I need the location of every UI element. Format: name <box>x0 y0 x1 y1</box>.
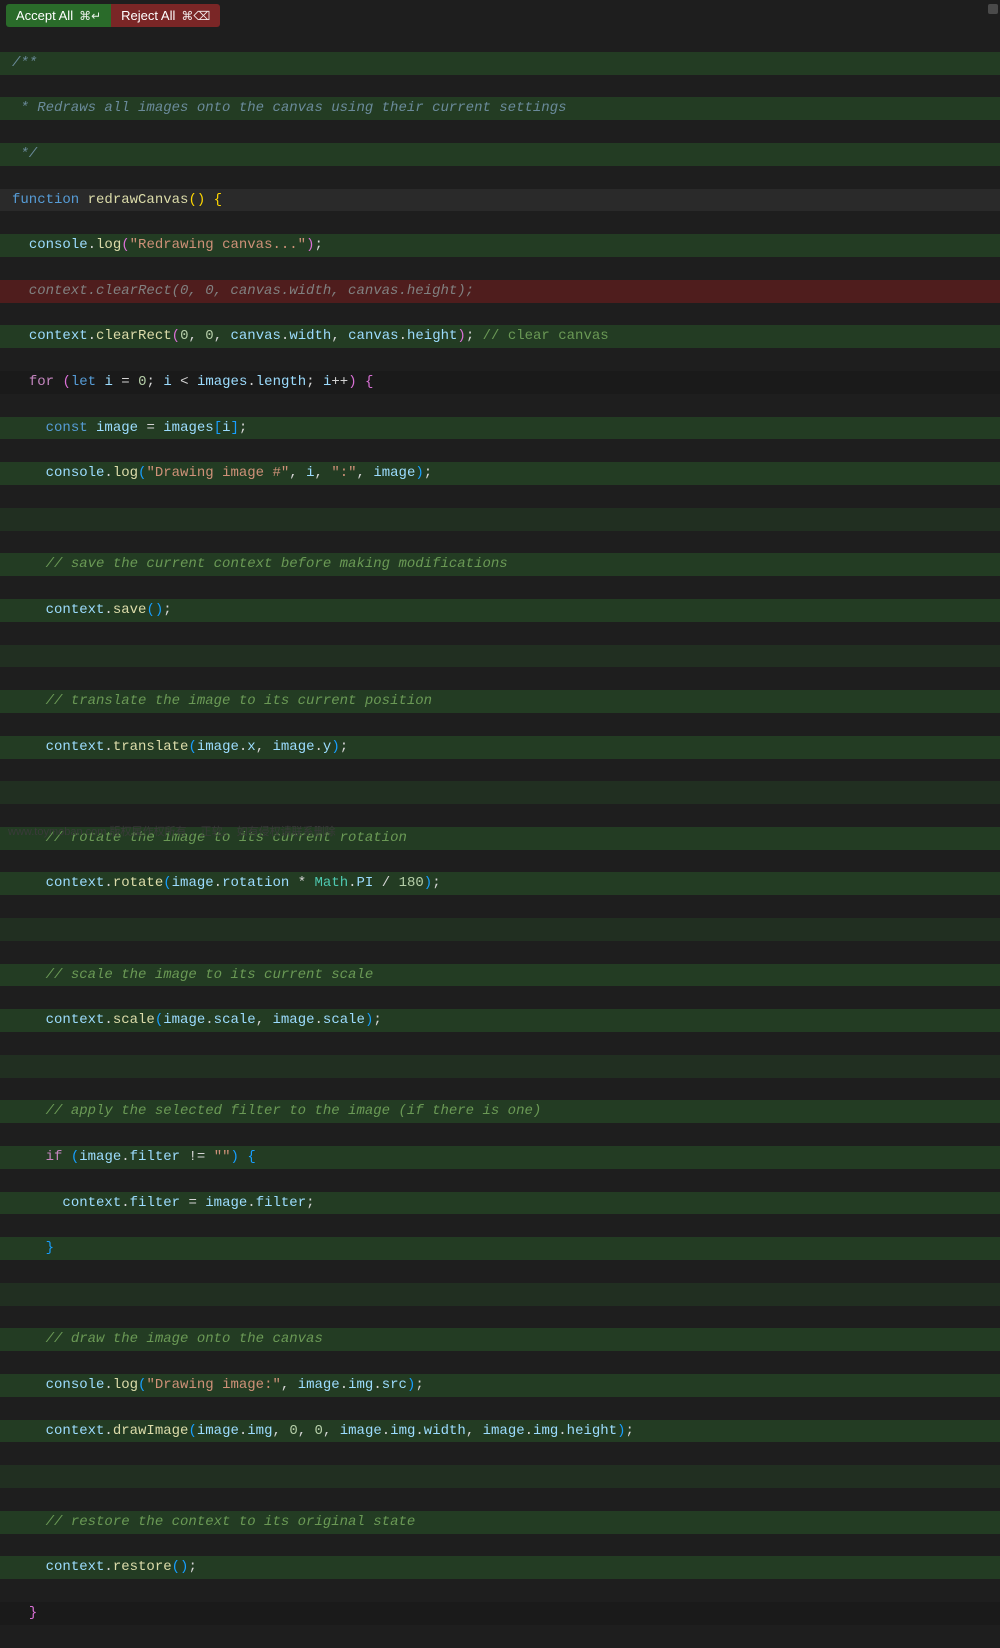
code-line: context.clearRect(0, 0, canvas.width, ca… <box>0 325 1000 348</box>
code-line <box>0 1055 1000 1078</box>
code-line: // scale the image to its current scale <box>0 964 1000 987</box>
code-line: context.translate(image.x, image.y); <box>0 736 1000 759</box>
code-line <box>0 508 1000 531</box>
scrollbar-thumb[interactable] <box>988 4 998 14</box>
accept-shortcut: ⌘↵ <box>79 9 101 23</box>
code-line: } <box>0 1237 1000 1260</box>
watermark-text: www.toymoban.com 版权属作权所有 ，正软。 如有侵权请联系删除 <box>8 823 336 839</box>
code-line-removed: context.clearRect(0, 0, canvas.width, ca… <box>0 280 1000 303</box>
code-line: if (image.filter != "") { <box>0 1146 1000 1169</box>
code-line: */ <box>0 143 1000 166</box>
code-line: context.drawImage(image.img, 0, 0, image… <box>0 1420 1000 1443</box>
code-line: * Redraws all images onto the canvas usi… <box>0 97 1000 120</box>
code-line: console.log("Redrawing canvas..."); <box>0 234 1000 257</box>
code-line <box>0 781 1000 804</box>
reject-all-button[interactable]: Reject All ⌘⌫ <box>111 4 220 27</box>
code-line: context.save(); <box>0 599 1000 622</box>
accept-all-button[interactable]: Accept All ⌘↵ <box>6 4 111 27</box>
reject-all-label: Reject All <box>121 8 175 23</box>
reject-shortcut: ⌘⌫ <box>181 9 210 23</box>
accept-all-label: Accept All <box>16 8 73 23</box>
minimap-scrollbar[interactable] <box>986 0 1000 845</box>
code-line <box>0 1465 1000 1488</box>
code-line: const image = images[i]; <box>0 417 1000 440</box>
code-line: context.scale(image.scale, image.scale); <box>0 1009 1000 1032</box>
code-line: } <box>0 1602 1000 1625</box>
code-line: // restore the context to its original s… <box>0 1511 1000 1534</box>
code-line: for (let i = 0; i < images.length; i++) … <box>0 371 1000 394</box>
code-line: console.log("Drawing image #", i, ":", i… <box>0 462 1000 485</box>
code-line: // save the current context before makin… <box>0 553 1000 576</box>
code-line: function redrawCanvas() { <box>0 189 1000 212</box>
code-line <box>0 1283 1000 1306</box>
code-line: /** <box>0 52 1000 75</box>
diff-toolbar: Accept All ⌘↵ Reject All ⌘⌫ <box>0 0 1000 27</box>
code-line: context.rotate(image.rotation * Math.PI … <box>0 872 1000 895</box>
code-line: console.log("Drawing image:", image.img.… <box>0 1374 1000 1397</box>
code-line: // apply the selected filter to the imag… <box>0 1100 1000 1123</box>
code-line: context.filter = image.filter; <box>0 1192 1000 1215</box>
code-line <box>0 918 1000 941</box>
code-line <box>0 645 1000 668</box>
code-line: // translate the image to its current po… <box>0 690 1000 713</box>
code-line: // draw the image onto the canvas <box>0 1328 1000 1351</box>
code-line: context.restore(); <box>0 1556 1000 1579</box>
